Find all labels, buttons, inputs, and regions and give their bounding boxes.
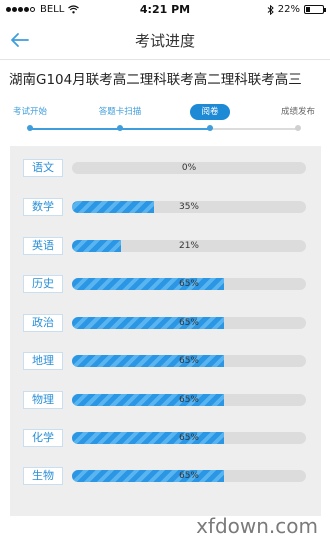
subject-row: 历史 65% xyxy=(10,264,321,302)
progress-track: 65% xyxy=(72,317,306,329)
progress-percent: 21% xyxy=(178,241,199,251)
subject-label: 历史 xyxy=(23,275,63,293)
nav-bar: 考试进度 xyxy=(0,20,330,60)
progress-track: 35% xyxy=(72,201,306,213)
bluetooth-icon xyxy=(267,4,274,15)
progress-percent: 65% xyxy=(178,433,199,443)
progress-percent: 65% xyxy=(178,471,199,481)
step-exam-start: 考试开始 xyxy=(10,104,50,131)
progress-percent: 65% xyxy=(178,356,199,366)
step-label: 成绩发布 xyxy=(280,107,315,117)
subject-row: 地理 65% xyxy=(10,341,321,379)
progress-percent: 65% xyxy=(178,395,199,405)
step-dot xyxy=(207,125,213,131)
progress-percent: 0% xyxy=(181,163,197,173)
step-score-publish: 成绩发布 xyxy=(276,104,320,131)
status-right: 22% xyxy=(267,4,326,15)
subject-label: 化学 xyxy=(23,429,63,447)
step-grading: 阅卷 xyxy=(190,104,230,131)
subject-row: 政治 65% xyxy=(10,303,321,341)
subject-label: 生物 xyxy=(23,467,63,485)
subject-label: 英语 xyxy=(23,237,63,255)
step-label: 答题卡扫描 xyxy=(98,107,142,117)
progress-track: 0% xyxy=(72,162,306,174)
subject-row: 语文 0% xyxy=(10,148,321,186)
progress-percent: 65% xyxy=(178,279,199,289)
page-title: 考试进度 xyxy=(134,32,195,50)
battery-level xyxy=(306,7,310,12)
subject-label: 语文 xyxy=(23,159,63,177)
subject-row: 物理 65% xyxy=(10,380,321,418)
progress-percent: 35% xyxy=(178,202,199,212)
subject-progress-panel: 语文 0% 数学 35% 英语 21% 历史 65% 政治 65% 地理 65%… xyxy=(10,146,321,516)
step-label: 考试开始 xyxy=(12,107,47,117)
step-dot xyxy=(295,125,301,131)
progress-track: 65% xyxy=(72,394,306,406)
step-dot xyxy=(27,125,33,131)
watermark: xfdown.com xyxy=(196,514,318,538)
progress-track: 65% xyxy=(72,278,306,290)
exam-title: 湖南G104月联考高二理科联考高二理科联考高三 xyxy=(9,72,302,88)
step-label-current: 阅卷 xyxy=(190,104,230,120)
subject-row: 化学 65% xyxy=(10,418,321,456)
progress-track: 65% xyxy=(72,355,306,367)
step-dot xyxy=(117,125,123,131)
subject-row: 生物 65% xyxy=(10,456,321,494)
status-bar: BELL 4:21 PM 22% xyxy=(0,0,330,20)
progress-track: 21% xyxy=(72,240,306,252)
subject-label: 政治 xyxy=(23,314,63,332)
battery-percent: 22% xyxy=(277,4,300,15)
progress-track: 65% xyxy=(72,432,306,444)
subject-row: 英语 21% xyxy=(10,226,321,264)
subject-row: 数学 35% xyxy=(10,187,321,225)
subject-label: 地理 xyxy=(23,352,63,370)
progress-stepper: 考试开始 答题卡扫描 阅卷 成绩发布 xyxy=(0,104,330,144)
subject-label: 物理 xyxy=(23,391,63,409)
progress-percent: 65% xyxy=(178,318,199,328)
subject-label: 数学 xyxy=(23,198,63,216)
step-card-scan: 答题卡扫描 xyxy=(92,104,148,131)
battery-icon xyxy=(304,5,326,14)
progress-track: 65% xyxy=(72,470,306,482)
